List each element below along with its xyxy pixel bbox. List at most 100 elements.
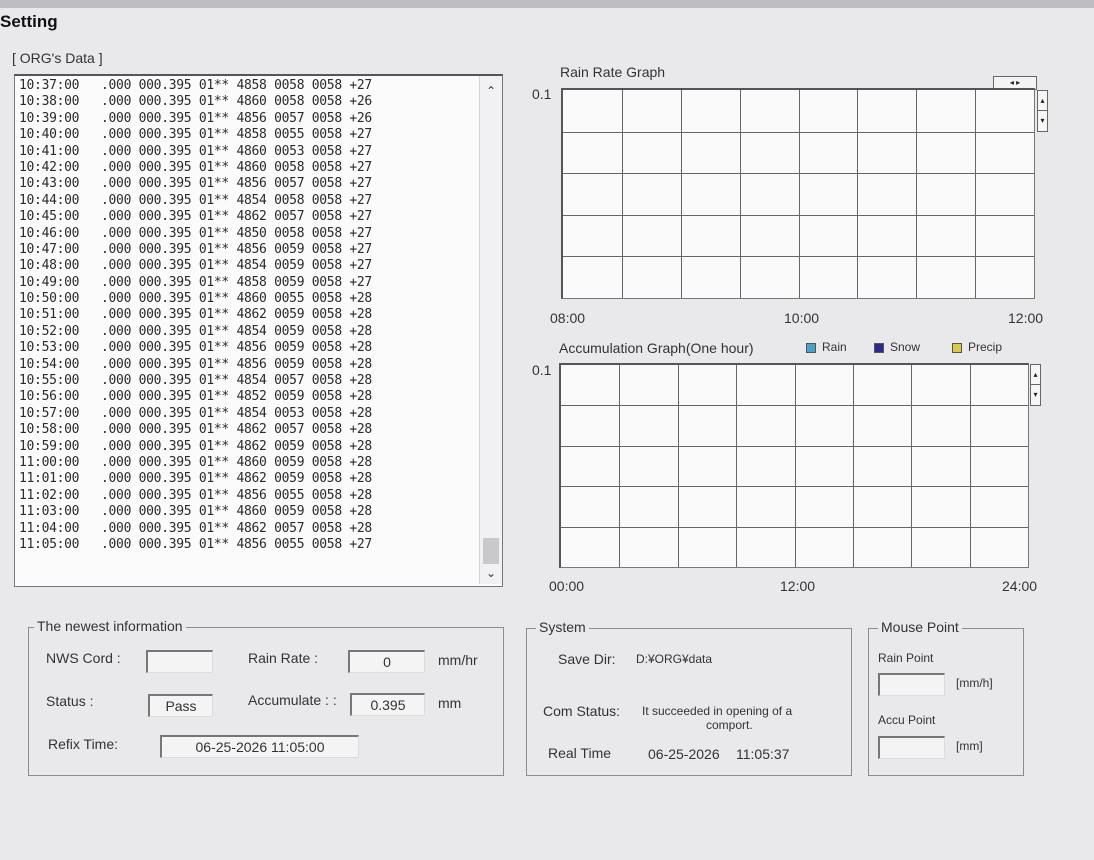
row-time: 10:52:00 [19,323,80,339]
chevron-up-icon[interactable]: ⌃ [484,84,498,98]
data-row[interactable]: 10:55:00 .000 000.395 01** 4854 0057 0058… [19,373,474,389]
grid-line [975,90,976,298]
data-row[interactable]: 10:49:00 .000 000.395 01** 4858 0059 0058… [19,275,474,291]
grid-line [563,215,1034,216]
nws-cord-label: NWS Cord : [46,650,121,666]
data-row[interactable]: 10:43:00 .000 000.395 01** 4856 0057 0058… [19,176,474,192]
chevron-down-icon[interactable]: ⌄ [484,566,498,580]
scroll-up-icon[interactable]: ▴ [1038,91,1047,111]
status-field[interactable]: Pass [148,694,213,717]
scroll-up-icon[interactable]: ▴ [1031,365,1040,385]
data-row[interactable]: 10:45:00 .000 000.395 01** 4862 0057 0058… [19,209,474,225]
data-list-scrollbar[interactable]: ⌃ ⌄ [479,76,502,584]
accu-point-field[interactable] [878,736,945,759]
data-row[interactable]: 11:03:00 .000 000.395 01** 4860 0059 0058… [19,504,474,520]
legend-precip: Precip [952,340,1002,354]
rain-rate-graph [561,88,1035,299]
data-row[interactable]: 10:51:00 .000 000.395 01** 4862 0059 0058… [19,307,474,323]
accumulation-y-max: 0.1 [532,362,552,378]
row-values: .000 000.395 01** 4858 0058 0058 +27 [101,78,372,93]
rain-rate-field[interactable]: 0 [348,650,425,673]
data-row[interactable]: 11:04:00 .000 000.395 01** 4862 0057 0058… [19,521,474,537]
row-values: .000 000.395 01** 4862 0059 0058 +28 [101,307,372,323]
save-dir-value: D:¥ORG¥data [636,652,713,666]
row-time: 10:54:00 [19,356,80,372]
nws-cord-field[interactable] [146,650,213,673]
refix-time-field[interactable]: 06-25-2026 11:05:00 [160,735,359,758]
accumulation-graph-title: Accumulation Graph(One hour) [559,340,754,356]
data-row[interactable]: 10:41:00 .000 000.395 01** 4860 0053 0058… [19,144,474,160]
org-data-list[interactable]: 10:37:00 .000 000.395 01** 4858 0058 0058… [14,74,503,587]
grid-line [563,132,1034,133]
row-time: 10:58:00 [19,422,80,438]
scroll-down-icon[interactable]: ▾ [1031,385,1040,404]
grid-line [736,365,737,567]
data-row[interactable]: 10:59:00 .000 000.395 01** 4862 0059 0058… [19,439,474,455]
data-row[interactable]: 10:48:00 .000 000.395 01** 4854 0059 0058… [19,258,474,274]
data-row[interactable]: 10:54:00 .000 000.395 01** 4856 0059 0058… [19,357,474,373]
row-time: 10:50:00 [19,291,80,307]
grid-line [799,90,800,298]
grid-line [563,256,1034,257]
grid-line [970,365,971,567]
rain-point-field[interactable] [878,673,945,696]
data-row[interactable]: 10:58:00 .000 000.395 01** 4862 0057 0058… [19,422,474,438]
row-values: .000 000.395 01** 4854 0053 0058 +28 [101,405,372,421]
data-row[interactable]: 11:01:00 .000 000.395 01** 4862 0059 0058… [19,471,474,487]
data-row[interactable]: 10:38:00 .000 000.395 01** 4860 0058 0058… [19,94,474,110]
data-row[interactable]: 11:02:00 .000 000.395 01** 4856 0055 0058… [19,488,474,504]
row-time: 11:01:00 [19,471,80,487]
row-time: 10:41:00 [19,143,80,159]
accumulate-unit: mm [438,695,462,711]
grid-line [622,90,623,298]
data-row[interactable]: 10:42:00 .000 000.395 01** 4860 0058 0058… [19,160,474,176]
rain-rate-vertical-scroll[interactable]: ▴ ▾ [1037,90,1048,132]
newest-info-legend: The newest information [34,618,186,634]
data-row[interactable]: 10:44:00 .000 000.395 01** 4854 0058 0058… [19,193,474,209]
data-row[interactable]: 10:50:00 .000 000.395 01** 4860 0055 0058… [19,291,474,307]
scrollbar-thumb[interactable] [483,538,499,564]
data-row[interactable]: 10:46:00 .000 000.395 01** 4850 0058 0058… [19,226,474,242]
row-values: .000 000.395 01** 4856 0055 0058 +28 [101,487,372,503]
data-row[interactable]: 10:57:00 .000 000.395 01** 4854 0053 0058… [19,406,474,422]
accumulation-x-label-1: 12:00 [780,578,816,594]
data-row[interactable]: 10:37:00 .000 000.395 01** 4858 0058 0058… [19,78,474,94]
data-row[interactable]: 10:52:00 .000 000.395 01** 4854 0059 0058… [19,324,474,340]
rain-rate-label: Rain Rate : [248,650,319,666]
accumulate-field[interactable]: 0.395 [350,693,425,716]
row-time: 10:37:00 [19,78,80,93]
row-time: 10:47:00 [19,241,80,257]
data-row[interactable]: 10:40:00 .000 000.395 01** 4858 0055 0058… [19,127,474,143]
row-values: .000 000.395 01** 4856 0057 0058 +26 [101,110,372,126]
data-row[interactable]: 10:39:00 .000 000.395 01** 4856 0057 0058… [19,111,474,127]
row-time: 10:40:00 [19,127,80,143]
row-time: 11:05:00 [19,536,80,552]
data-row[interactable]: 11:05:00 .000 000.395 01** 4856 0055 0058… [19,537,474,553]
row-time: 11:03:00 [19,504,80,520]
com-status-value: It succeeded in opening of a [642,704,793,718]
rain-rate-x-label-1: 10:00 [784,310,820,326]
row-values: .000 000.395 01** 4850 0058 0058 +27 [101,225,372,241]
data-row[interactable]: 10:56:00 .000 000.395 01** 4852 0059 0058… [19,389,474,405]
grid-line [857,90,858,298]
rain-rate-y-max: 0.1 [532,86,552,102]
row-values: .000 000.395 01** 4862 0059 0058 +28 [101,438,372,454]
scroll-down-icon[interactable]: ▾ [1038,111,1047,130]
grid-line [619,365,620,567]
row-time: 10:44:00 [19,192,80,208]
accumulate-label: Accumulate : : [248,692,337,708]
window-top-strip [0,0,1094,8]
row-time: 10:49:00 [19,274,80,290]
accumulation-graph [559,363,1029,568]
accumulation-vertical-scroll[interactable]: ▴ ▾ [1030,364,1041,406]
precip-swatch [952,342,962,353]
grid-line [561,405,1028,406]
rain-rate-x-label-2: 12:00 [1008,310,1044,326]
row-values: .000 000.395 01** 4858 0055 0058 +27 [101,127,372,143]
data-row[interactable]: 10:53:00 .000 000.395 01** 4856 0059 0058… [19,340,474,356]
data-row[interactable]: 11:00:00 .000 000.395 01** 4860 0059 0058… [19,455,474,471]
row-values: .000 000.395 01** 4858 0059 0058 +27 [101,274,372,290]
accu-point-unit: [mm] [956,739,983,753]
data-row[interactable]: 10:47:00 .000 000.395 01** 4856 0059 0058… [19,242,474,258]
window-title: Setting [0,12,58,31]
